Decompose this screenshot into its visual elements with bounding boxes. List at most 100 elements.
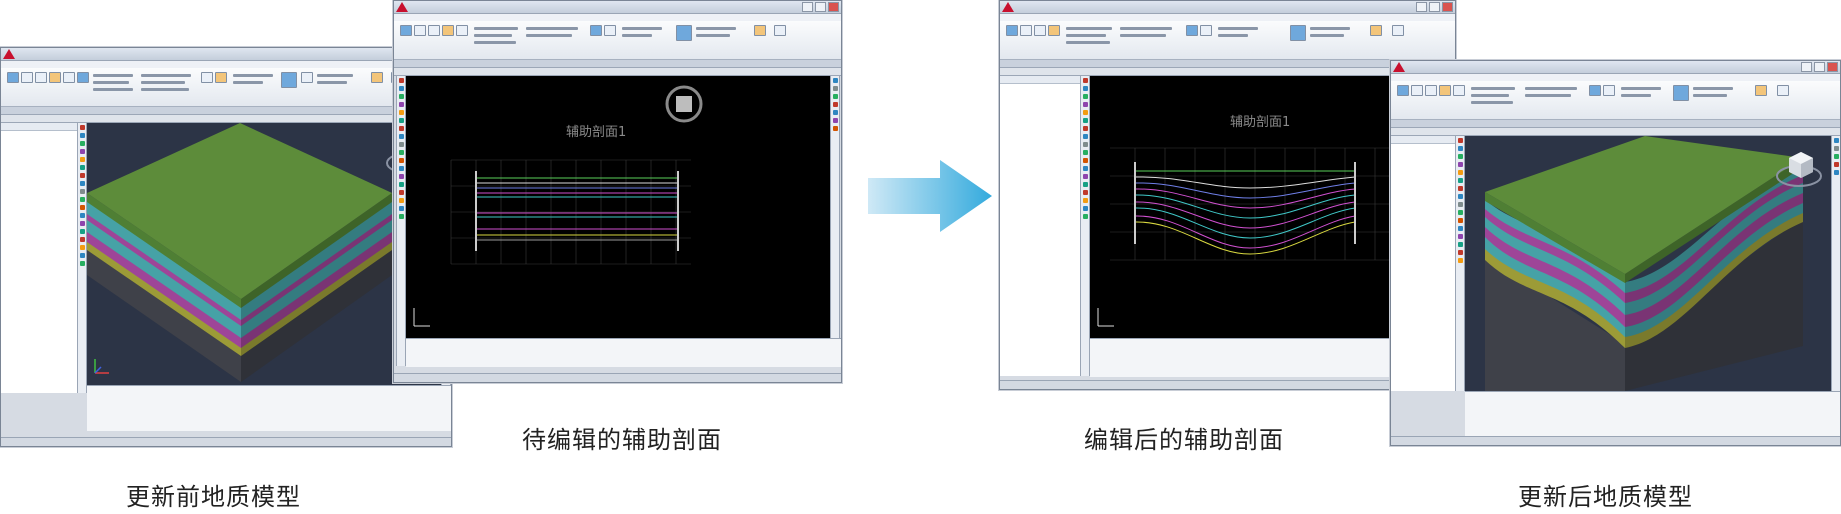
ribbon-row (696, 27, 736, 30)
minimize-button[interactable] (802, 2, 813, 12)
title-bar (394, 1, 841, 14)
ribbon-tool-icon[interactable] (1777, 85, 1789, 96)
ribbon-row (1310, 27, 1350, 30)
app-logo-icon[interactable] (396, 2, 408, 12)
vertical-toolbar (1455, 136, 1465, 391)
ribbon-row (233, 74, 273, 77)
window-controls (1416, 2, 1453, 12)
maximize-button[interactable] (1814, 62, 1825, 72)
ribbon-tool-icon[interactable] (1589, 85, 1601, 96)
ribbon-row (317, 81, 347, 84)
ribbon-tool-icon[interactable] (442, 25, 454, 36)
minimize-button[interactable] (1416, 2, 1427, 12)
ribbon-tool-icon[interactable] (1200, 25, 1212, 36)
section-view-before: 辅助剖面1 (413, 85, 703, 327)
ribbon-row (1693, 94, 1727, 97)
ribbon-row (1621, 87, 1661, 90)
panel-header (1000, 76, 1080, 84)
ribbon-tool-icon[interactable] (1755, 85, 1767, 96)
ribbon-tool-icon[interactable] (1370, 25, 1382, 36)
right-toolbar (830, 76, 840, 338)
command-line[interactable] (87, 385, 451, 431)
ribbon-tool-icon[interactable] (604, 25, 616, 36)
geology-model-before (87, 123, 432, 382)
ribbon-tool-icon[interactable] (7, 72, 19, 83)
ribbon-row (1471, 101, 1513, 104)
ribbon-tool-icon[interactable] (49, 72, 61, 83)
command-line[interactable] (1465, 391, 1840, 436)
data-tree-panel (1, 123, 78, 393)
ribbon-tool-icon[interactable] (1290, 25, 1306, 41)
vertical-toolbar (77, 123, 87, 393)
ribbon-tool-icon[interactable] (754, 25, 766, 36)
caption-section-edited: 编辑后的辅助剖面 (1084, 426, 1284, 454)
ribbon-tool-icon[interactable] (1439, 85, 1451, 96)
document-tabs (394, 68, 841, 76)
close-button[interactable] (1827, 62, 1838, 72)
app-window-section-edited: 辅助剖面1 (999, 0, 1456, 390)
ribbon-tool-icon[interactable] (774, 25, 786, 36)
title-bar (1391, 61, 1840, 74)
close-button[interactable] (1442, 2, 1453, 12)
ribbon-row (474, 27, 518, 30)
ribbon-tool-icon[interactable] (301, 72, 313, 83)
ribbon (1, 68, 451, 107)
app-logo-icon[interactable] (3, 49, 15, 59)
ribbon-tool-icon[interactable] (1006, 25, 1018, 36)
ribbon-tool-icon[interactable] (428, 25, 440, 36)
ribbon-tool-icon[interactable] (1020, 25, 1032, 36)
ribbon-tool-icon[interactable] (1397, 85, 1409, 96)
ribbon-tool-icon[interactable] (1603, 85, 1615, 96)
ribbon-tool-icon[interactable] (21, 72, 33, 83)
menu-bar (1, 61, 451, 68)
ribbon-row (233, 81, 263, 84)
model-viewport[interactable] (1465, 136, 1831, 391)
ucs-axis-icon (94, 359, 109, 374)
ribbon-row (1120, 34, 1166, 37)
ribbon-tool-icon[interactable] (1392, 25, 1404, 36)
ribbon-tool-icon[interactable] (414, 25, 426, 36)
ribbon-tool-icon[interactable] (1048, 25, 1060, 36)
ribbon-row (1066, 41, 1110, 44)
ribbon-row (474, 41, 516, 44)
minimize-button[interactable] (1801, 62, 1812, 72)
maximize-button[interactable] (1429, 2, 1440, 12)
ribbon-tool-icon[interactable] (201, 72, 213, 83)
section-title: 辅助剖面1 (1230, 115, 1290, 130)
ribbon-tool-icon[interactable] (215, 72, 227, 83)
ribbon-tool-icon[interactable] (1034, 25, 1046, 36)
ribbon-tool-icon[interactable] (1425, 85, 1437, 96)
ribbon-tool-icon[interactable] (1673, 85, 1689, 101)
app-logo-icon[interactable] (1393, 62, 1405, 72)
ribbon-tool-icon[interactable] (63, 72, 75, 83)
ribbon-tool-icon[interactable] (1453, 85, 1465, 96)
ribbon-tool-icon[interactable] (676, 25, 692, 41)
ribbon-row (1525, 94, 1571, 97)
ribbon-tool-icon[interactable] (77, 72, 89, 83)
ribbon-row (93, 74, 133, 77)
ribbon-row (1066, 34, 1106, 37)
menu-bar (1000, 14, 1455, 21)
command-line[interactable] (406, 338, 841, 367)
caption-section-to-edit: 待编辑的辅助剖面 (522, 426, 722, 454)
status-bar (1, 437, 451, 446)
app-logo-icon[interactable] (1002, 2, 1014, 12)
view-cube-icon[interactable] (665, 85, 703, 123)
status-bar (1000, 380, 1455, 389)
close-button[interactable] (828, 2, 839, 12)
ribbon-tool-icon[interactable] (281, 72, 297, 88)
ribbon-tool-icon[interactable] (400, 25, 412, 36)
ribbon-tool-icon[interactable] (35, 72, 47, 83)
model-viewport[interactable] (87, 123, 441, 385)
ribbon-tool-icon[interactable] (1186, 25, 1198, 36)
ribbon-row (474, 34, 512, 37)
caption-before-model: 更新前地质模型 (126, 483, 301, 511)
maximize-button[interactable] (815, 2, 826, 12)
ribbon-tool-icon[interactable] (1411, 85, 1423, 96)
geology-model-after (1485, 136, 1822, 391)
ribbon-tool-icon[interactable] (456, 25, 468, 36)
section-viewport[interactable]: 辅助剖面1 (406, 76, 830, 338)
ribbon-tool-icon[interactable] (371, 72, 383, 83)
ribbon-tool-icon[interactable] (590, 25, 602, 36)
vertical-toolbar (1080, 76, 1090, 376)
